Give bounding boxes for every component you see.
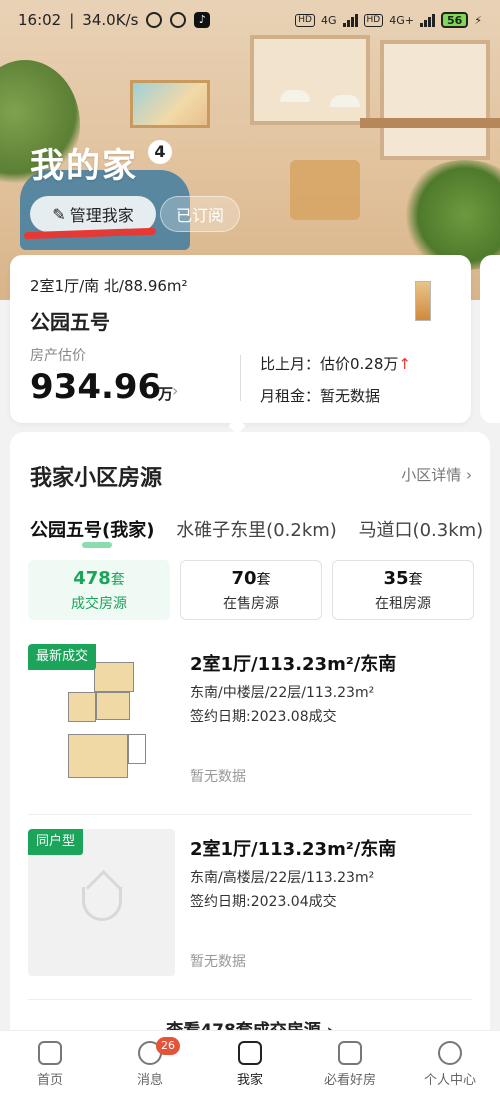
stat-for-sale-label: 在售房源	[223, 595, 279, 612]
estimate-value[interactable]: 934.96	[30, 367, 161, 407]
listing-date: 签约日期:2023.08成交	[190, 709, 337, 725]
page-title: 我的家	[30, 146, 138, 186]
manage-home-label: 管理我家	[69, 206, 134, 225]
arrow-up-icon: ↑	[398, 355, 411, 373]
community-listings-section: 我家小区房源 小区详情 › 公园五号(我家) 水碓子东里(0.2km) 马道口(…	[10, 432, 490, 1032]
stat-unit: 套	[408, 571, 423, 588]
active-tab-indicator	[82, 542, 112, 548]
listing-title: 2室1厅/113.23m²/东南	[190, 839, 397, 860]
list-item[interactable]: 同户型 2室1厅/113.23m²/东南 东南/高楼层/22层/113.23m²…	[28, 829, 472, 1000]
subscribed-button[interactable]: 已订阅	[160, 196, 240, 232]
network-label: 4G	[320, 13, 337, 27]
mom-label: 比上月：估价0.28万	[260, 355, 399, 373]
tab-gongyuan[interactable]: 公园五号(我家)	[30, 520, 154, 541]
signal-icon	[342, 13, 358, 27]
section-title: 我家小区房源	[30, 466, 163, 491]
profile-icon	[438, 1040, 462, 1065]
tab-madaokou[interactable]: 马道口(0.3km)	[359, 520, 484, 541]
illustration-painting	[130, 80, 210, 128]
alarm-icon	[170, 12, 187, 28]
listing-title: 2室1厅/113.23m²/东南	[190, 654, 397, 675]
stat-sold-count: 478	[73, 567, 111, 589]
charging-icon: ⚡	[474, 13, 482, 27]
floorplan-thumbnail[interactable]	[415, 281, 431, 321]
latest-deal-tag: 最新成交	[28, 644, 97, 670]
hd-icon: HD	[295, 13, 315, 27]
nav-label: 首页	[36, 1072, 63, 1088]
status-time: 16:02	[18, 11, 62, 29]
illustration-shelf	[360, 118, 500, 128]
mute-icon	[146, 12, 163, 28]
month-over-month: 比上月：估价0.28万↑	[260, 353, 411, 374]
stat-for-sale[interactable]: 70套 在售房源	[180, 560, 322, 620]
property-meta: 2室1厅/南 北/88.96m²	[30, 277, 188, 295]
tiktok-icon: ♪	[194, 12, 211, 28]
listing-stats: 478套 成交房源 70套 在售房源 35套 在租房源	[28, 560, 474, 620]
community-detail-link[interactable]: 小区详情 ›	[401, 464, 472, 485]
nav-label: 我家	[236, 1072, 263, 1088]
property-card[interactable]: 2室1厅/南 北/88.96m² 公园五号 房产估价 934.96 万 › 比上…	[10, 255, 471, 423]
stat-unit: 套	[110, 571, 125, 588]
listing-detail: 东南/高楼层/22层/113.23m²	[190, 870, 375, 886]
monthly-rent: 月租金：暂无数据	[260, 387, 381, 405]
nav-messages[interactable]: 26 消息	[100, 1031, 200, 1097]
stat-for-rent-label: 在租房源	[375, 595, 431, 612]
listing-detail: 东南/中楼层/22层/113.23m²	[190, 685, 375, 701]
stat-for-rent[interactable]: 35套 在租房源	[332, 560, 474, 620]
next-property-card[interactable]	[480, 255, 500, 423]
property-name: 公园五号	[30, 310, 110, 334]
hd-icon: HD	[363, 13, 384, 27]
listing-price: 暂无数据	[190, 954, 246, 970]
illustration-lamp	[280, 90, 310, 102]
network-label: 4G+	[389, 13, 414, 27]
listing-price: 暂无数据	[190, 769, 246, 785]
community-tabs: 公园五号(我家) 水碓子东里(0.2km) 马道口(0.3km)	[30, 516, 490, 542]
illustration-window	[380, 40, 490, 160]
status-bar: 16:02 | 34.0K/s ♪ HD 4G HD 4G+ 56 ⚡	[18, 11, 482, 29]
message-count-badge: 26	[156, 1037, 180, 1055]
illustration-window	[250, 35, 370, 125]
signal-icon	[419, 13, 435, 27]
stat-unit: 套	[256, 571, 271, 588]
divider	[28, 814, 472, 815]
battery-icon: 56	[440, 12, 469, 28]
illustration-lamp	[330, 95, 360, 107]
divider	[28, 999, 472, 1000]
bottom-navigation: 首页 26 消息 我家 必看好房 个人中心	[0, 1030, 500, 1097]
nav-label: 必看好房	[323, 1072, 376, 1088]
stat-for-sale-count: 70	[231, 567, 257, 589]
stat-for-rent-count: 35	[383, 567, 409, 589]
subscribed-label: 已订阅	[175, 206, 224, 225]
status-speed: 34.0K/s	[82, 11, 139, 29]
chevron-right-icon[interactable]: ›	[172, 381, 178, 400]
pencil-icon: ✎	[52, 204, 66, 224]
illustration-table	[290, 160, 360, 220]
house-placeholder-icon	[82, 887, 122, 921]
home-icon	[38, 1040, 62, 1065]
divider	[240, 355, 241, 401]
manage-home-button[interactable]: ✎ 管理我家	[30, 196, 156, 232]
nav-home[interactable]: 首页	[0, 1031, 100, 1097]
same-layout-tag: 同户型	[28, 829, 84, 855]
floorplan-image: 最新成交	[28, 644, 175, 791]
home-count-badge: 4	[148, 140, 172, 164]
list-item[interactable]: 最新成交 2室1厅/113.23m²/东南 东南/中楼层/22层/113.23m…	[28, 644, 472, 815]
nav-profile[interactable]: 个人中心	[400, 1031, 500, 1097]
stat-sold-label: 成交房源	[71, 595, 127, 612]
must-see-icon	[338, 1040, 362, 1065]
illustration-plant	[400, 160, 500, 270]
tab-shuiduizi[interactable]: 水碓子东里(0.2km)	[176, 520, 337, 541]
nav-label: 个人中心	[423, 1072, 476, 1088]
listing-date: 签约日期:2023.04成交	[190, 894, 337, 910]
nav-my-home[interactable]: 我家	[200, 1031, 300, 1097]
my-home-icon	[238, 1040, 262, 1065]
nav-label: 消息	[136, 1072, 163, 1088]
estimate-label: 房产估价	[30, 348, 86, 364]
placeholder-image: 同户型	[28, 829, 175, 976]
stat-sold[interactable]: 478套 成交房源	[28, 560, 170, 620]
estimate-unit: 万	[158, 385, 174, 403]
nav-must-see[interactable]: 必看好房	[300, 1031, 400, 1097]
